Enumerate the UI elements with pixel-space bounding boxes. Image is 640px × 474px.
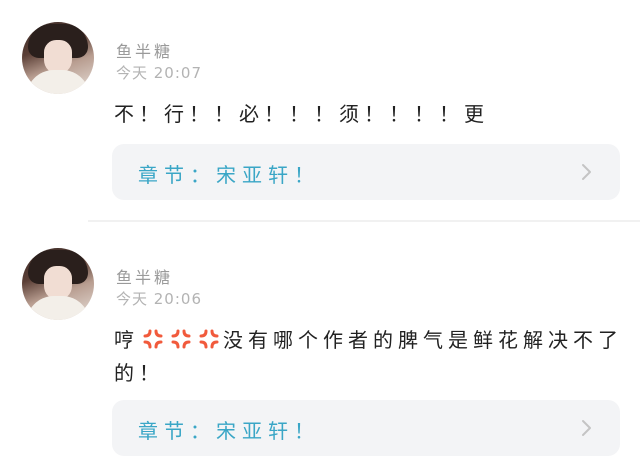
comment-text: 哼没有哪个作者的脾气是鲜花解决不了的！ — [114, 324, 634, 390]
timestamp: 今天 20:06 — [116, 290, 202, 308]
anger-symbol-icon — [171, 329, 191, 349]
chevron-right-icon — [582, 420, 591, 436]
username[interactable]: 鱼半糖 — [116, 38, 173, 62]
anger-symbol-icon — [199, 329, 219, 349]
chevron-right-icon — [582, 164, 591, 180]
comment-item: 鱼半糖 今天 20:07 不！行！！必！！！须！！！！更 章节：宋亚轩！ — [0, 0, 640, 214]
avatar-shirt — [26, 70, 90, 94]
avatar-shirt — [26, 296, 90, 320]
chapter-label: 章节：宋亚轩！ — [138, 163, 320, 187]
avatar-face — [44, 40, 72, 74]
avatar[interactable] — [22, 248, 94, 320]
anger-symbol-icon — [143, 329, 163, 349]
avatar-face — [44, 266, 72, 300]
comment-feed: 鱼半糖 今天 20:07 不！行！！必！！！须！！！！更 章节：宋亚轩！ 鱼半糖… — [0, 0, 640, 474]
avatar[interactable] — [22, 22, 94, 94]
username[interactable]: 鱼半糖 — [116, 264, 173, 288]
chapter-label: 章节：宋亚轩！ — [138, 419, 320, 443]
divider — [88, 220, 640, 222]
comment-text: 不！行！！必！！！须！！！！更 — [114, 102, 489, 126]
timestamp: 今天 20:07 — [116, 64, 202, 82]
chapter-link-card[interactable]: 章节：宋亚轩！ — [112, 400, 620, 456]
comment-item: 鱼半糖 今天 20:06 哼没有哪个作者的脾气是鲜花解决不了的！ 章节：宋亚轩！ — [0, 226, 640, 474]
chapter-link-card[interactable]: 章节：宋亚轩！ — [112, 144, 620, 200]
text-before: 哼 — [114, 328, 139, 352]
